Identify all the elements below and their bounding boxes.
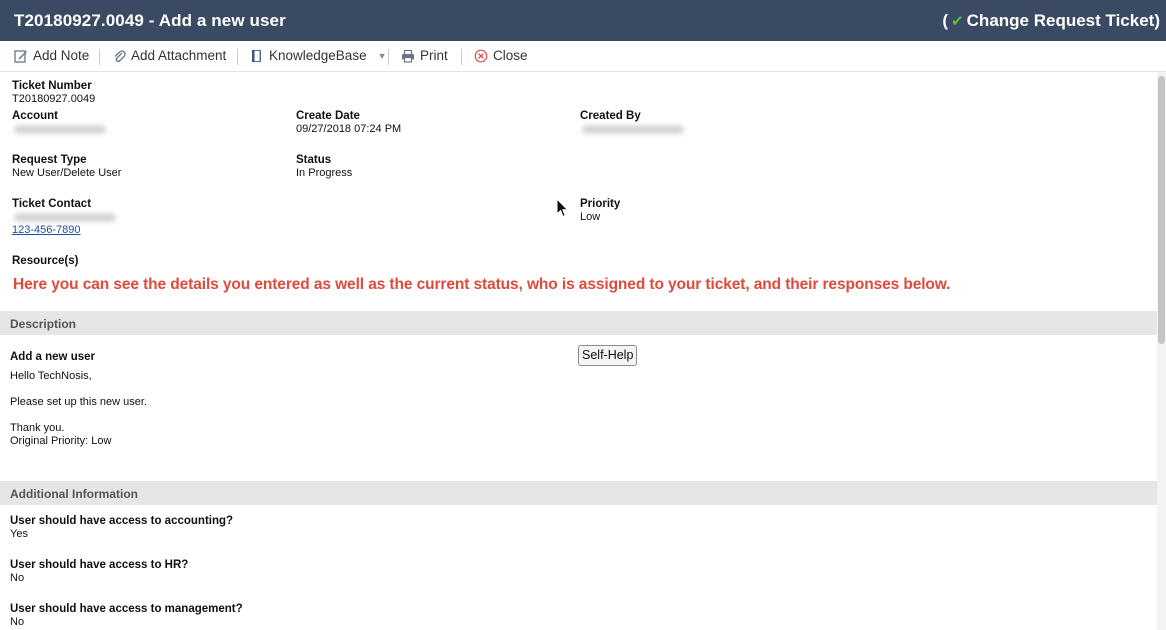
create-date-value: 09/27/2018 07:24 PM	[296, 123, 402, 135]
close-label: Close	[493, 48, 528, 63]
description-line: Hello TechNosis,	[10, 370, 92, 382]
tutorial-annotation: Here you can see the details you entered…	[13, 276, 951, 293]
resources-label: Resource(s)	[12, 255, 79, 267]
status-label: Status	[296, 154, 332, 166]
scrollbar-thumb[interactable]	[1158, 76, 1165, 344]
ticket-type-prefix: (	[942, 11, 949, 30]
knowledgebase-label: KnowledgeBase	[269, 48, 367, 63]
additional-answer: No	[10, 572, 25, 584]
toolbar-divider	[99, 49, 100, 65]
additional-question: User should have access to management?	[10, 603, 243, 615]
ticket-type-text: Change Request Ticket)	[966, 11, 1160, 30]
self-help-button[interactable]: Self-Help	[578, 345, 638, 366]
toolbar-divider	[237, 49, 238, 65]
page-title: T20180927.0049 - Add a new user	[14, 11, 286, 30]
toolbar-divider	[461, 49, 462, 65]
additional-answer: No	[10, 616, 25, 628]
description-section-header: Description	[0, 311, 1157, 335]
description-header-label: Description	[10, 317, 77, 331]
request-type-label: Request Type	[12, 154, 87, 166]
created-by-value-redacted	[582, 125, 684, 134]
add-attachment-button[interactable]: Add Attachment	[112, 48, 226, 63]
toolbar: Add Note Add Attachment KnowledgeBase ▼ …	[0, 41, 1166, 72]
additional-info-header-label: Additional Information	[10, 487, 138, 501]
printer-icon	[401, 49, 415, 63]
additional-answer: Yes	[10, 528, 28, 540]
ticket-contact-value-redacted	[14, 213, 116, 222]
close-button[interactable]: Close	[474, 48, 528, 63]
knowledgebase-menu-button[interactable]: KnowledgeBase ▼	[250, 48, 387, 63]
ticket-number-value: T20180927.0049	[12, 93, 96, 105]
description-subject: Add a new user	[10, 351, 95, 363]
print-button[interactable]: Print	[401, 48, 448, 63]
ticket-number-label: Ticket Number	[12, 80, 92, 92]
priority-value: Low	[580, 211, 601, 223]
priority-label: Priority	[580, 198, 621, 210]
request-type-value: New User/Delete User	[12, 167, 122, 179]
add-attachment-label: Add Attachment	[131, 48, 227, 63]
paperclip-icon	[112, 49, 126, 63]
description-line: Thank you.	[10, 422, 65, 434]
status-value: In Progress	[296, 167, 353, 179]
add-note-label: Add Note	[33, 48, 90, 63]
ticket-type-label: (✔ Change Request Ticket)	[942, 11, 1160, 31]
additional-question: User should have access to accounting?	[10, 515, 234, 527]
book-icon	[250, 49, 264, 63]
chevron-down-icon: ▼	[377, 50, 387, 61]
created-by-label: Created By	[580, 110, 641, 122]
edit-note-icon	[14, 49, 28, 63]
title-bar: T20180927.0049 - Add a new user (✔ Change…	[0, 0, 1166, 41]
add-note-button[interactable]: Add Note	[14, 48, 89, 63]
description-line: Original Priority: Low	[10, 435, 112, 447]
additional-question: User should have access to HR?	[10, 559, 189, 571]
additional-info-section-header: Additional Information	[0, 481, 1157, 505]
print-label: Print	[420, 48, 448, 63]
description-line: Please set up this new user.	[10, 396, 147, 408]
toolbar-divider	[388, 49, 389, 65]
create-date-label: Create Date	[296, 110, 360, 122]
checkmark-icon: ✔	[951, 13, 964, 30]
account-value-redacted	[14, 125, 106, 134]
ticket-contact-label: Ticket Contact	[12, 198, 92, 210]
account-label: Account	[12, 110, 58, 122]
contact-phone-link[interactable]: 123-456-7890	[12, 224, 81, 236]
close-circle-icon	[474, 49, 488, 63]
mouse-pointer-icon	[556, 198, 569, 218]
